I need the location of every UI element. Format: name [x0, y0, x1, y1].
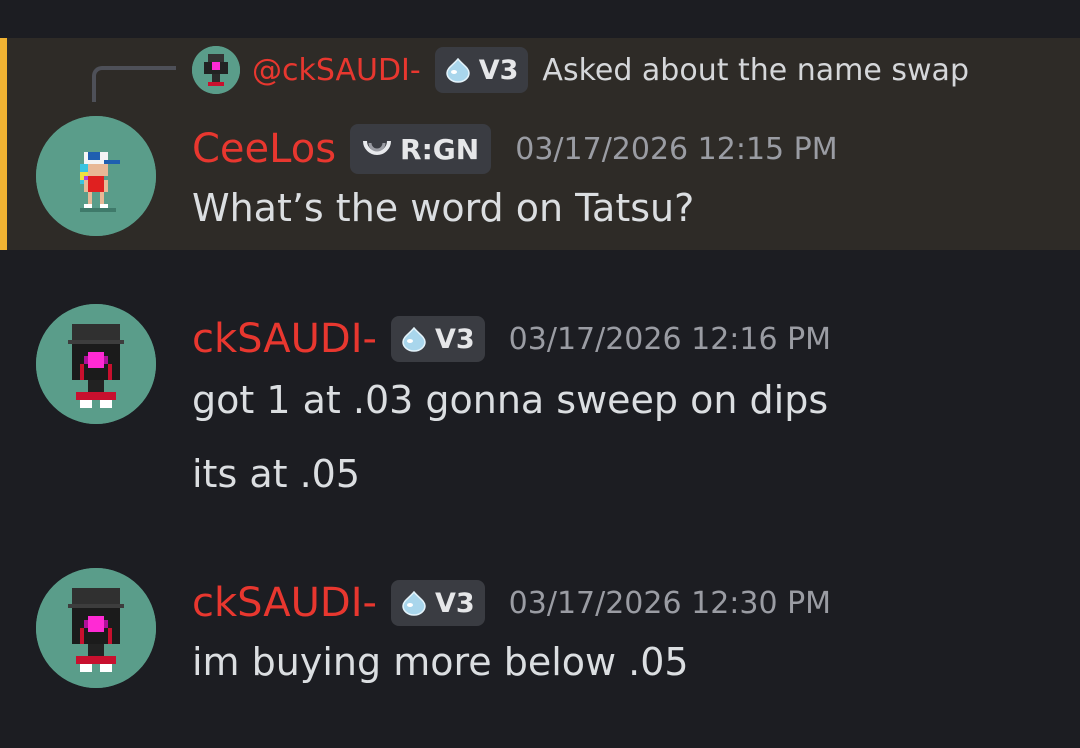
avatar[interactable] [36, 568, 156, 688]
chat-log: @ckSAUDI- V3 Asked about the name swap C… [0, 0, 1080, 748]
guild-tag-label: V3 [434, 323, 475, 355]
reply-tag-label: V3 [478, 54, 519, 86]
author-name[interactable]: ckSAUDI- [192, 580, 377, 626]
timestamp[interactable]: 03/17/2026 12:30 PM [509, 586, 831, 621]
message-highlighted[interactable]: @ckSAUDI- V3 Asked about the name swap C… [0, 38, 1080, 250]
timestamp[interactable]: 03/17/2026 12:16 PM [509, 322, 831, 357]
reply-connector-line [92, 66, 176, 102]
guild-tag-label: R:GN [400, 132, 480, 166]
mention-highlight-bar [0, 38, 7, 250]
moon-ring-icon [360, 133, 394, 165]
message-text: What’s the word on Tatsu? [192, 186, 695, 230]
message-text: im buying more below .05 [192, 640, 689, 684]
message-header: CeeLos R:GN 03/17/2026 12:15 PM [192, 122, 838, 176]
reply-snippet[interactable]: Asked about the name swap [542, 53, 969, 88]
message-header: ckSAUDI- V3 03/17/2026 12:30 PM [192, 576, 831, 630]
water-drop-icon [399, 326, 429, 352]
guild-tag-label: V3 [434, 587, 475, 619]
reply-username[interactable]: @ckSAUDI- [252, 53, 421, 88]
guild-tag[interactable]: R:GN [350, 124, 492, 174]
guild-tag[interactable]: V3 [390, 580, 485, 626]
avatar[interactable] [36, 116, 156, 236]
author-name[interactable]: ckSAUDI- [192, 316, 377, 362]
guild-tag[interactable]: V3 [390, 316, 485, 362]
author-name[interactable]: CeeLos [192, 126, 336, 172]
reply-avatar[interactable] [192, 46, 240, 94]
reply-preview[interactable]: @ckSAUDI- V3 Asked about the name swap [192, 46, 969, 94]
message-header: ckSAUDI- V3 03/17/2026 12:16 PM [192, 312, 831, 366]
message-text: got 1 at .03 gonna sweep on dips [192, 378, 829, 422]
timestamp[interactable]: 03/17/2026 12:15 PM [515, 132, 837, 167]
water-drop-icon [443, 57, 473, 83]
reply-guild-tag[interactable]: V3 [434, 47, 529, 93]
water-drop-icon [399, 590, 429, 616]
avatar[interactable] [36, 304, 156, 424]
message-text: its at .05 [192, 452, 361, 496]
